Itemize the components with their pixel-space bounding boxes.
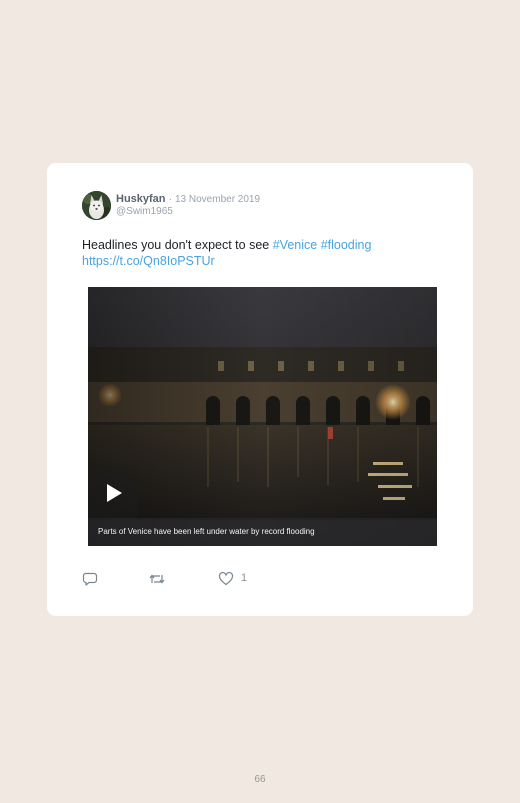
tweet-link[interactable]: https://t.co/Qn8IoPSTUr: [82, 254, 215, 268]
reply-icon: [82, 572, 98, 586]
user-handle[interactable]: @Swim1965: [116, 206, 173, 218]
tweet-actions: 1: [82, 571, 282, 589]
video-caption-bar: Parts of Venice have been left under wat…: [88, 518, 437, 546]
video-media[interactable]: Parts of Venice have been left under wat…: [88, 287, 437, 546]
retweet-button[interactable]: [148, 571, 166, 587]
heart-icon: [218, 571, 234, 586]
flooded-piazza-image: [88, 287, 437, 546]
page-number: 66: [254, 774, 266, 785]
like-button[interactable]: [218, 571, 234, 587]
play-icon: [107, 484, 122, 502]
tweet-body: Headlines you don't expect to see: [82, 238, 270, 252]
user-line: Huskyfan · 13 November 2019: [116, 193, 260, 206]
display-name[interactable]: Huskyfan: [116, 193, 166, 205]
hashtag-flooding[interactable]: #flooding: [321, 238, 372, 252]
video-caption: Parts of Venice have been left under wat…: [98, 527, 315, 536]
tweet-card[interactable]: Huskyfan · 13 November 2019 @Swim1965 He…: [47, 163, 473, 616]
avatar[interactable]: [82, 191, 111, 220]
like-count: 1: [241, 572, 248, 584]
separator-dot: ·: [168, 194, 172, 205]
husky-dog-avatar-icon: [82, 191, 111, 220]
hashtag-venice[interactable]: #Venice: [273, 238, 317, 252]
tweet-text: Headlines you don't expect to see #Venic…: [82, 238, 442, 269]
retweet-icon: [149, 574, 165, 584]
tweet-date[interactable]: 13 November 2019: [175, 194, 260, 205]
reply-button[interactable]: [82, 571, 98, 587]
play-button[interactable]: [88, 468, 138, 518]
